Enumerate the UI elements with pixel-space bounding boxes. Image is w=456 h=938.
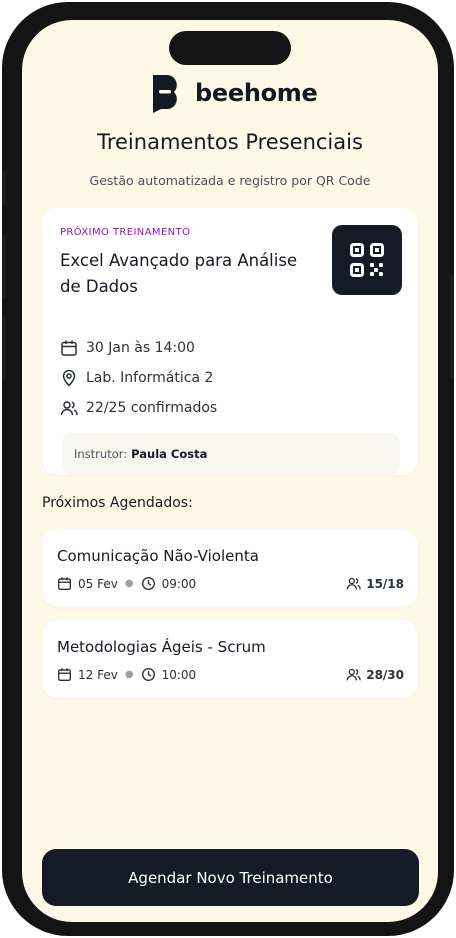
training-time: 10:00 bbox=[161, 667, 197, 682]
qr-code-button[interactable] bbox=[332, 225, 402, 295]
volume-down-button bbox=[2, 316, 6, 380]
users-icon bbox=[60, 401, 78, 416]
volume-up-button bbox=[2, 234, 6, 298]
featured-title: Excel Avançado para Análise de Dados bbox=[60, 251, 298, 296]
featured-date-row: 30 Jan às 14:00 bbox=[60, 339, 195, 357]
clock-icon bbox=[141, 577, 155, 590]
calendar-icon bbox=[58, 668, 71, 681]
dynamic-island bbox=[169, 31, 291, 65]
featured-attendance: 22/25 confirmados bbox=[86, 400, 218, 416]
separator-dot: ● bbox=[124, 669, 134, 680]
training-count: 15/18 bbox=[346, 576, 404, 591]
beehome-logo-icon bbox=[153, 75, 177, 113]
featured-overline: PRÓXIMO TREINAMENTO bbox=[60, 227, 191, 238]
featured-location: Lab. Informática 2 bbox=[86, 370, 214, 386]
training-title: Comunicação Não-Violenta bbox=[57, 547, 259, 565]
training-count-value: 28/30 bbox=[366, 667, 404, 682]
page-subtitle: Gestão automatizada e registro por QR Co… bbox=[89, 173, 371, 188]
training-meta: 12 Fev ● 10:00 bbox=[57, 667, 196, 682]
separator-dot: ● bbox=[124, 578, 134, 589]
calendar-icon bbox=[61, 340, 77, 356]
page-title: Treinamentos Presenciais bbox=[97, 130, 363, 154]
featured-attendance-row: 22/25 confirmados bbox=[60, 399, 217, 417]
brand-header: beehome bbox=[151, 73, 318, 113]
training-meta: 05 Fev ● 09:00 bbox=[57, 576, 196, 591]
featured-location-row: Lab. Informática 2 bbox=[60, 369, 213, 387]
featured-date: 30 Jan às 14:00 bbox=[86, 340, 195, 356]
map-pin-icon bbox=[62, 369, 76, 387]
calendar-icon bbox=[58, 577, 71, 590]
qr-code-icon bbox=[350, 243, 384, 277]
users-icon bbox=[346, 577, 361, 590]
instructor-name: Paula Costa bbox=[131, 447, 208, 461]
training-count-value: 15/18 bbox=[366, 576, 404, 591]
training-title: Metodologias Ágeis - Scrum bbox=[57, 638, 266, 656]
training-time: 09:00 bbox=[161, 576, 197, 591]
instructor-label: Instrutor: bbox=[74, 447, 128, 461]
training-date: 12 Fev bbox=[78, 667, 118, 682]
training-date: 05 Fev bbox=[78, 576, 118, 591]
app-screen: beehome Treinamentos Presenciais Gestão … bbox=[22, 20, 438, 922]
list-item[interactable]: Comunicação Não-Violenta 05 Fev ● 09:00 bbox=[42, 529, 418, 607]
training-count: 28/30 bbox=[346, 667, 404, 682]
instructor-box: Instrutor: Paula Costa bbox=[62, 433, 400, 475]
users-icon bbox=[346, 668, 361, 681]
action-button bbox=[2, 170, 6, 206]
power-button bbox=[450, 274, 454, 378]
phone-frame: beehome Treinamentos Presenciais Gestão … bbox=[2, 2, 454, 936]
brand-name: beehome bbox=[195, 79, 318, 107]
featured-training-card[interactable]: PRÓXIMO TREINAMENTO Excel Avançado para … bbox=[42, 208, 418, 475]
clock-icon bbox=[141, 668, 155, 681]
list-item[interactable]: Metodologias Ágeis - Scrum 12 Fev ● 10:0… bbox=[42, 620, 418, 698]
schedule-training-button[interactable]: Agendar Novo Treinamento bbox=[42, 849, 419, 906]
upcoming-section-title: Próximos Agendados: bbox=[42, 495, 193, 511]
